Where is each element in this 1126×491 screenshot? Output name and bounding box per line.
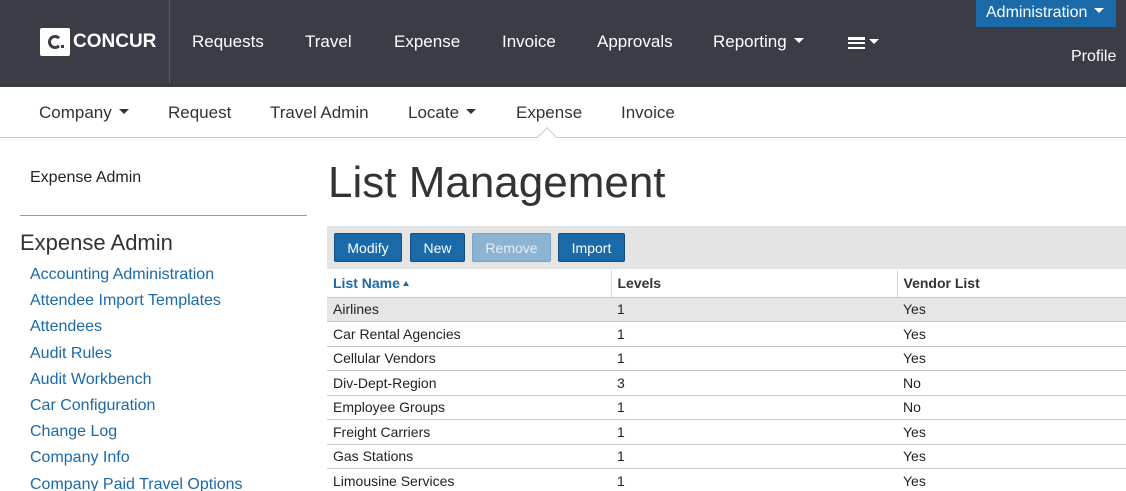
import-button[interactable]: Import bbox=[558, 233, 625, 262]
cell-levels: 1 bbox=[611, 468, 897, 491]
column-header-label: List Name bbox=[333, 275, 400, 292]
topnav-reporting[interactable]: Reporting bbox=[713, 32, 804, 52]
sidebar-menu: Accounting Administration Attendee Impor… bbox=[30, 266, 243, 491]
sidebar-divider bbox=[20, 215, 307, 216]
sidebar-item-audit-workbench[interactable]: Audit Workbench bbox=[30, 371, 243, 397]
sidebar-item-company-paid-travel-options[interactable]: Company Paid Travel Options bbox=[30, 476, 243, 491]
subnav-invoice[interactable]: Invoice bbox=[621, 103, 675, 123]
concur-logo-icon bbox=[40, 28, 70, 56]
topnav-invoice[interactable]: Invoice bbox=[502, 32, 556, 52]
table-row[interactable]: Limousine Services 1 Yes bbox=[327, 468, 1126, 491]
cell-vendor-list: Yes bbox=[897, 444, 1126, 469]
topnav-approvals[interactable]: Approvals bbox=[597, 32, 673, 52]
page-title: List Management bbox=[328, 158, 666, 207]
sidebar-item-change-log[interactable]: Change Log bbox=[30, 423, 243, 449]
cell-vendor-list: Yes bbox=[897, 468, 1126, 491]
cell-list-name: Div-Dept-Region bbox=[327, 370, 611, 396]
subnav-locate-label: Locate bbox=[408, 103, 460, 122]
chevron-down-icon bbox=[1094, 8, 1105, 14]
subnav-travel-admin[interactable]: Travel Admin bbox=[270, 103, 369, 123]
sidebar-item-attendee-import-templates[interactable]: Attendee Import Templates bbox=[30, 292, 243, 318]
cell-vendor-list: No bbox=[897, 395, 1126, 420]
chevron-down-icon bbox=[793, 38, 804, 44]
table-row[interactable]: Employee Groups 1 No bbox=[327, 395, 1126, 420]
more-menu-button[interactable] bbox=[848, 37, 879, 49]
cell-vendor-list: No bbox=[897, 370, 1126, 396]
subnav-expense[interactable]: Expense bbox=[516, 103, 582, 123]
column-header-levels[interactable]: Levels bbox=[610, 270, 897, 298]
subnav-company[interactable]: Company bbox=[39, 103, 129, 123]
remove-button[interactable]: Remove bbox=[472, 233, 551, 262]
cell-list-name: Employee Groups bbox=[327, 395, 611, 420]
top-navigation-bar: CONCUR Requests Travel Expense Invoice A… bbox=[0, 0, 1126, 87]
administration-menu-button[interactable]: Administration bbox=[976, 0, 1116, 27]
concur-logo[interactable]: CONCUR bbox=[40, 28, 156, 56]
cell-levels: 3 bbox=[611, 370, 897, 396]
table-row[interactable]: Div-Dept-Region 3 No bbox=[327, 370, 1126, 396]
sidebar-expense-admin-link[interactable]: Expense Admin bbox=[30, 169, 141, 187]
topnav-travel[interactable]: Travel bbox=[305, 32, 352, 52]
cell-list-name: Airlines bbox=[327, 297, 611, 322]
admin-sub-navigation: Company Request Travel Admin Locate Expe… bbox=[0, 87, 1126, 138]
sort-ascending-icon bbox=[402, 281, 409, 287]
table-row[interactable]: Airlines 1 Yes bbox=[327, 297, 1126, 322]
cell-levels: 1 bbox=[611, 395, 897, 420]
topbar-divider bbox=[169, 0, 170, 83]
cell-vendor-list: Yes bbox=[897, 297, 1126, 322]
table-row[interactable]: Car Rental Agencies 1 Yes bbox=[327, 321, 1126, 347]
subnav-company-label: Company bbox=[39, 103, 112, 122]
topnav-requests[interactable]: Requests bbox=[192, 32, 264, 52]
cell-vendor-list: Yes bbox=[897, 419, 1126, 445]
column-header-list-name[interactable]: List Name bbox=[327, 270, 611, 298]
list-table: List Name Levels Vendor List Airlines 1 … bbox=[327, 270, 1126, 491]
topnav-expense[interactable]: Expense bbox=[394, 32, 460, 52]
brand-name: CONCUR bbox=[73, 31, 157, 52]
administration-label: Administration bbox=[986, 4, 1088, 21]
chevron-down-icon bbox=[466, 109, 477, 115]
sidebar-item-car-configuration[interactable]: Car Configuration bbox=[30, 397, 243, 423]
cell-list-name: Freight Carriers bbox=[327, 419, 611, 445]
chevron-down-icon bbox=[869, 38, 879, 44]
list-toolbar: Modify New Remove Import bbox=[327, 226, 1126, 269]
table-header-row: List Name Levels Vendor List bbox=[327, 270, 1126, 298]
cell-levels: 1 bbox=[611, 444, 897, 469]
cell-list-name: Gas Stations bbox=[327, 444, 611, 469]
sidebar-item-accounting-administration[interactable]: Accounting Administration bbox=[30, 266, 243, 292]
sidebar-item-audit-rules[interactable]: Audit Rules bbox=[30, 345, 243, 371]
cell-levels: 1 bbox=[611, 297, 897, 322]
column-header-vendor-list[interactable]: Vendor List bbox=[896, 270, 1126, 298]
cell-list-name: Cellular Vendors bbox=[327, 346, 611, 371]
sidebar-heading: Expense Admin bbox=[20, 230, 173, 255]
new-button[interactable]: New bbox=[410, 233, 465, 262]
subnav-request[interactable]: Request bbox=[168, 103, 231, 123]
sidebar-item-company-info[interactable]: Company Info bbox=[30, 449, 243, 475]
hamburger-menu-icon bbox=[848, 37, 865, 49]
modify-button[interactable]: Modify bbox=[334, 233, 402, 262]
cell-list-name: Limousine Services bbox=[327, 468, 611, 491]
cell-levels: 1 bbox=[611, 321, 897, 347]
cell-levels: 1 bbox=[611, 346, 897, 371]
table-row[interactable]: Gas Stations 1 Yes bbox=[327, 444, 1126, 469]
cell-list-name: Car Rental Agencies bbox=[327, 321, 611, 347]
cell-levels: 1 bbox=[611, 419, 897, 445]
sidebar-item-attendees[interactable]: Attendees bbox=[30, 318, 243, 344]
profile-link[interactable]: Profile bbox=[1071, 48, 1116, 66]
subnav-locate[interactable]: Locate bbox=[408, 103, 477, 123]
chevron-down-icon bbox=[118, 109, 129, 115]
cell-vendor-list: Yes bbox=[897, 321, 1126, 347]
topnav-reporting-label: Reporting bbox=[713, 32, 787, 51]
table-row[interactable]: Freight Carriers 1 Yes bbox=[327, 419, 1126, 445]
table-row[interactable]: Cellular Vendors 1 Yes bbox=[327, 346, 1126, 371]
cell-vendor-list: Yes bbox=[897, 346, 1126, 371]
